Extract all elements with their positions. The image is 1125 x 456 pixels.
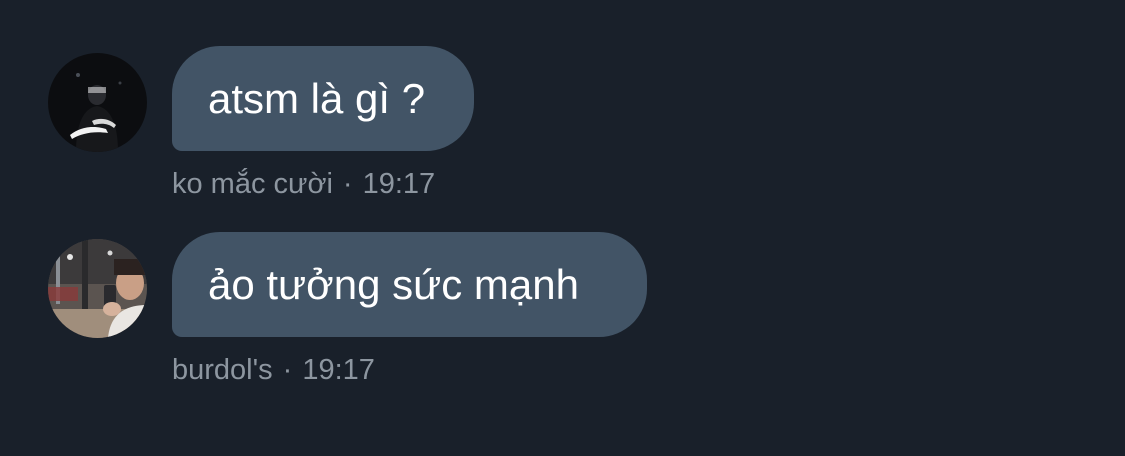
message-text: atsm là gì ? <box>208 74 426 122</box>
user-avatar-icon[interactable] <box>48 239 147 338</box>
message-bubble[interactable]: atsm là gì ? <box>172 46 474 151</box>
message-meta: burdol's · 19:17 <box>172 354 375 387</box>
author-name[interactable]: burdol's <box>172 354 273 386</box>
meta-separator: · <box>342 168 353 200</box>
avatar-photo <box>48 53 147 152</box>
author-name[interactable]: ko mắc cười <box>172 168 333 200</box>
avatar-photo <box>48 239 147 338</box>
message-time: 19:17 <box>302 354 375 386</box>
message-meta: ko mắc cười · 19:17 <box>172 168 435 201</box>
message-text: ảo tưởng sức mạnh <box>208 260 579 308</box>
message-time: 19:17 <box>362 168 436 200</box>
message-bubble[interactable]: ảo tưởng sức mạnh <box>172 232 647 337</box>
meta-separator: · <box>282 354 293 386</box>
user-avatar-icon[interactable] <box>48 53 147 152</box>
